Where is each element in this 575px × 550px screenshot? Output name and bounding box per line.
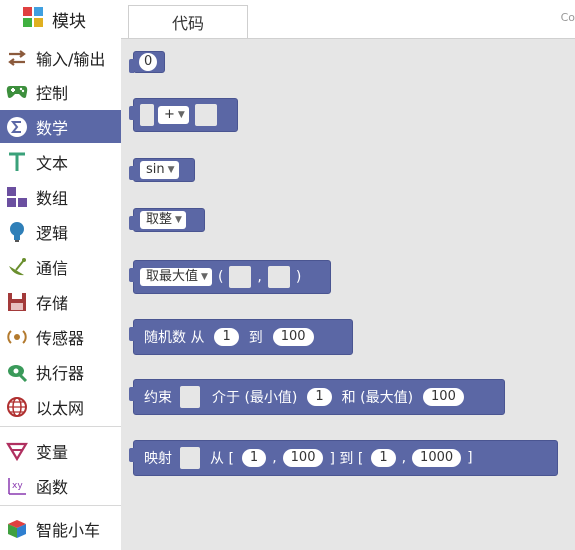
globe-icon [5,395,29,419]
sidebar-item-ethernet[interactable]: 以太网 [0,390,121,423]
dropdown-arrow-icon: ▼ [177,110,185,120]
trig-function-dropdown[interactable]: sin ▼ [140,161,179,179]
block-flyout: 0 + ▼ sin ▼ 取整 ▼ 取最大值 ▼ ( , ) 随机数 从 1 到 100 … [121,39,575,550]
operator-dropdown[interactable]: + ▼ [158,106,189,124]
close-paren: ) [295,269,302,285]
sidebar-item-sensor[interactable]: 传感器 [0,320,121,353]
sidebar-item-array[interactable]: 数组 [0,180,121,213]
math-trig-block[interactable]: sin ▼ [129,158,195,182]
text-t-icon [5,150,29,174]
sidebar-item-label: 存储 [36,293,69,313]
constrain-value-slot[interactable] [180,386,200,408]
sidebar-item-label: 通信 [36,258,69,278]
sidebar-item-label: 以太网 [36,398,85,418]
actuator-icon [5,360,29,384]
dropdown-arrow-icon: ▼ [167,165,175,175]
sidebar-item-functions[interactable]: xy 函数 [0,469,121,502]
random-to-value[interactable]: 100 [272,328,314,346]
right-operand-slot[interactable] [194,104,217,126]
sidebar-item-variables[interactable]: 变量 [0,434,121,467]
map-from-label: 从 [ [210,451,234,467]
math-sigma-icon [5,115,29,139]
sidebar-separator [0,426,121,427]
constrain-label: 约束 [144,390,172,406]
map-label: 映射 [144,451,172,467]
toolbox-header: 模块 [0,0,121,38]
round-function-dropdown[interactable]: 取整 ▼ [140,211,186,229]
sidebar-item-io[interactable]: 输入/输出 [0,41,121,74]
gamepad-icon [5,80,29,104]
math-map-block[interactable]: 映射 从 [ 1 , 100 ] 到 [ 1 , 1000 ] [129,440,558,476]
tab-code[interactable]: 代码 [128,5,248,38]
comma-separator: , [401,450,407,466]
minmax-function-dropdown[interactable]: 取最大值 ▼ [140,268,212,286]
constrain-min-value[interactable]: 1 [307,388,332,406]
map-to-low-value[interactable]: 1 [371,449,396,467]
math-minmax-block[interactable]: 取最大值 ▼ ( , ) [129,260,331,294]
sidebar-item-label: 智能小车 [36,520,101,540]
sensor-icon [5,325,29,349]
math-number-block[interactable]: 0 [129,51,165,73]
floppy-icon [5,290,29,314]
close-bracket: ] [467,450,473,466]
sidebar-item-label: 控制 [36,83,69,103]
map-to-label: ] 到 [ [329,451,364,467]
sidebar-item-label: 输入/输出 [36,49,106,69]
random-from-value[interactable]: 1 [214,328,239,346]
math-round-block[interactable]: 取整 ▼ [129,208,205,232]
sidebar-item-math[interactable]: 数学 [0,110,121,143]
sidebar-item-label: 文本 [36,153,69,173]
number-value[interactable]: 0 [139,53,158,71]
sidebar-item-label: 数学 [36,118,69,138]
map-to-high-value[interactable]: 1000 [412,449,462,467]
constrain-max-value[interactable]: 100 [423,388,464,406]
toolbox-sidebar: 模块 输入/输出 控制 数学 文本 数组 逻辑 通信 存储 传感器 执行器 以太… [0,0,121,550]
puzzle-icon [22,6,44,32]
random-label: 随机数 从 [144,330,205,346]
dropdown-arrow-icon: ▼ [201,272,208,282]
sidebar-item-smart-car[interactable]: 智能小车 [0,512,121,545]
cube-icon [5,517,29,541]
comma-separator: , [272,450,277,466]
comma-separator: , [257,269,262,285]
sidebar-item-actuator[interactable]: 执行器 [0,355,121,388]
open-paren: ( [217,269,224,285]
sidebar-item-label: 逻辑 [36,223,69,243]
sidebar-item-label: 传感器 [36,328,85,348]
map-from-low-value[interactable]: 1 [241,449,267,467]
second-value-slot[interactable] [267,266,290,288]
svg-text:xy: xy [12,481,23,491]
map-from-high-value[interactable]: 100 [282,449,324,467]
constrain-between-label: 介于 (最小值) [212,390,298,406]
random-to-label: 到 [248,330,263,346]
sidebar-item-label: 函数 [36,477,69,497]
sidebar-item-text[interactable]: 文本 [0,145,121,178]
sidebar-item-label: 执行器 [36,363,85,383]
sidebar-item-storage[interactable]: 存储 [0,285,121,318]
function-xy-icon: xy [5,474,29,498]
math-constrain-block[interactable]: 约束 介于 (最小值) 1 和 (最大值) 100 [129,379,505,415]
editor-tabbar: 代码 Co [121,0,575,39]
sidebar-item-control[interactable]: 控制 [0,75,121,108]
arrows-exchange-icon [5,46,29,70]
array-blocks-icon [5,185,29,209]
sidebar-item-comm[interactable]: 通信 [0,250,121,283]
variable-icon [5,439,29,463]
math-arithmetic-block[interactable]: + ▼ [129,98,238,132]
math-random-block[interactable]: 随机数 从 1 到 100 [129,319,353,355]
sidebar-item-logic[interactable]: 逻辑 [0,215,121,248]
satellite-icon [5,255,29,279]
left-operand-slot[interactable] [140,104,154,126]
cut-off-text: Co [560,11,575,24]
lightbulb-icon [5,220,29,244]
sidebar-item-label: 数组 [36,188,69,208]
map-value-slot[interactable] [180,447,200,469]
sidebar-separator [0,505,121,506]
sidebar-item-label: 变量 [36,442,69,462]
constrain-and-label: 和 (最大值) [341,390,414,406]
toolbox-header-label: 模块 [52,11,86,32]
dropdown-arrow-icon: ▼ [175,215,182,225]
first-value-slot[interactable] [229,266,252,288]
